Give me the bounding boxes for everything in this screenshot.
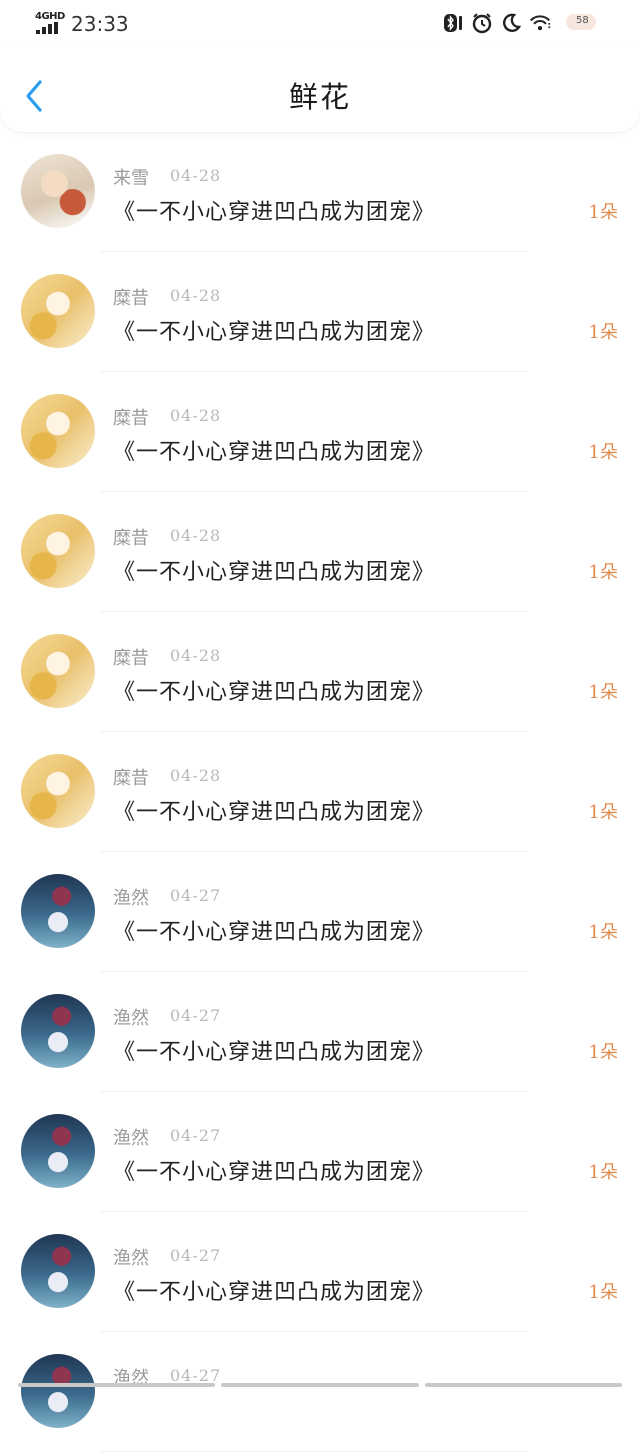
book-title[interactable]: 《一不小心穿进凹凸成为团宠》 [113,554,435,586]
flower-count: 1朵 [588,1162,618,1183]
status-bar: 4GHD 23:33 58 [0,0,640,48]
gift-date: 04-28 [170,646,222,665]
flower-list: 来雪 04-28 《一不小心穿进凹凸成为团宠》 1朵 糜昔 04-28 《一不小心穿进凹凸成… [0,132,640,1452]
flower-count: 1朵 [588,1042,618,1063]
gift-date: 04-28 [170,406,222,425]
book-title[interactable]: 《一不小心穿进凹凸成为团宠》 [113,794,435,826]
username[interactable]: 渔然 [113,1244,149,1270]
username[interactable]: 糜昔 [113,524,149,550]
gift-date: 04-28 [170,166,222,185]
list-item[interactable]: 糜昔 04-28 《一不小心穿进凹凸成为团宠》 1朵 [0,732,640,852]
username[interactable]: 糜昔 [113,284,149,310]
scroll-indicator [18,1383,622,1387]
avatar[interactable] [21,154,95,228]
avatar[interactable] [21,1234,95,1308]
book-title[interactable]: 《一不小心穿进凹凸成为团宠》 [113,674,435,706]
username[interactable]: 糜昔 [113,404,149,430]
list-item[interactable]: 渔然 04-27 《一不小心穿进凹凸成为团宠》 1朵 [0,972,640,1092]
username[interactable]: 糜昔 [113,644,149,670]
list-item[interactable]: 糜昔 04-28 《一不小心穿进凹凸成为团宠》 1朵 [0,252,640,372]
gift-date: 04-27 [170,1246,222,1265]
username[interactable]: 渔然 [113,884,149,910]
book-title[interactable]: 《一不小心穿进凹凸成为团宠》 [113,194,435,226]
page-title: 鲜花 [288,80,351,114]
book-title[interactable]: 《一不小心穿进凹凸成为团宠》 [113,314,435,346]
flower-count: 1朵 [588,442,618,463]
username[interactable]: 来雪 [113,164,149,190]
username[interactable]: 渔然 [113,1004,149,1030]
gift-date: 04-27 [170,1126,222,1145]
avatar[interactable] [21,394,95,468]
status-time: 23:33 [71,12,129,36]
gift-date: 04-28 [170,286,222,305]
wifi-icon [529,12,551,34]
flower-count: 1朵 [588,802,618,823]
list-item[interactable]: 糜昔 04-28 《一不小心穿进凹凸成为团宠》 1朵 [0,612,640,732]
book-title[interactable]: 《一不小心穿进凹凸成为团宠》 [113,1274,435,1306]
gift-date: 04-27 [170,886,222,905]
avatar[interactable] [21,1354,95,1428]
list-item[interactable]: 渔然 04-27 [0,1332,640,1452]
book-title[interactable]: 《一不小心穿进凹凸成为团宠》 [113,434,435,466]
avatar[interactable] [21,274,95,348]
bluetooth-icon [442,12,464,34]
username[interactable]: 渔然 [113,1124,149,1150]
list-item[interactable]: 糜昔 04-28 《一不小心穿进凹凸成为团宠》 1朵 [0,492,640,612]
username[interactable]: 糜昔 [113,764,149,790]
list-item[interactable]: 渔然 04-27 《一不小心穿进凹凸成为团宠》 1朵 [0,852,640,972]
flower-count: 1朵 [588,922,618,943]
avatar[interactable] [21,874,95,948]
header: 鲜花 [0,48,640,133]
alarm-icon [471,12,493,34]
avatar[interactable] [21,994,95,1068]
gift-date: 04-27 [170,1006,222,1025]
book-title[interactable]: 《一不小心穿进凹凸成为团宠》 [113,1154,435,1186]
flower-count: 1朵 [588,1282,618,1303]
avatar[interactable] [21,1114,95,1188]
list-item[interactable]: 渔然 04-27 《一不小心穿进凹凸成为团宠》 1朵 [0,1092,640,1212]
flower-count: 1朵 [588,202,618,223]
flower-count: 1朵 [588,682,618,703]
book-title[interactable]: 《一不小心穿进凹凸成为团宠》 [113,1034,435,1066]
list-item[interactable]: 来雪 04-28 《一不小心穿进凹凸成为团宠》 1朵 [0,132,640,252]
moon-icon [500,12,522,34]
signal-icon [36,22,62,34]
gift-date: 04-28 [170,526,222,545]
battery-level: 58 [576,15,589,26]
network-type: 4GHD [35,11,65,22]
avatar[interactable] [21,754,95,828]
avatar[interactable] [21,514,95,588]
gift-date: 04-28 [170,766,222,785]
list-item[interactable]: 渔然 04-27 《一不小心穿进凹凸成为团宠》 1朵 [0,1212,640,1332]
flower-count: 1朵 [588,322,618,343]
battery-icon: 58 [558,12,604,34]
book-title[interactable]: 《一不小心穿进凹凸成为团宠》 [113,914,435,946]
avatar[interactable] [21,634,95,708]
flower-count: 1朵 [588,562,618,583]
list-item[interactable]: 糜昔 04-28 《一不小心穿进凹凸成为团宠》 1朵 [0,372,640,492]
